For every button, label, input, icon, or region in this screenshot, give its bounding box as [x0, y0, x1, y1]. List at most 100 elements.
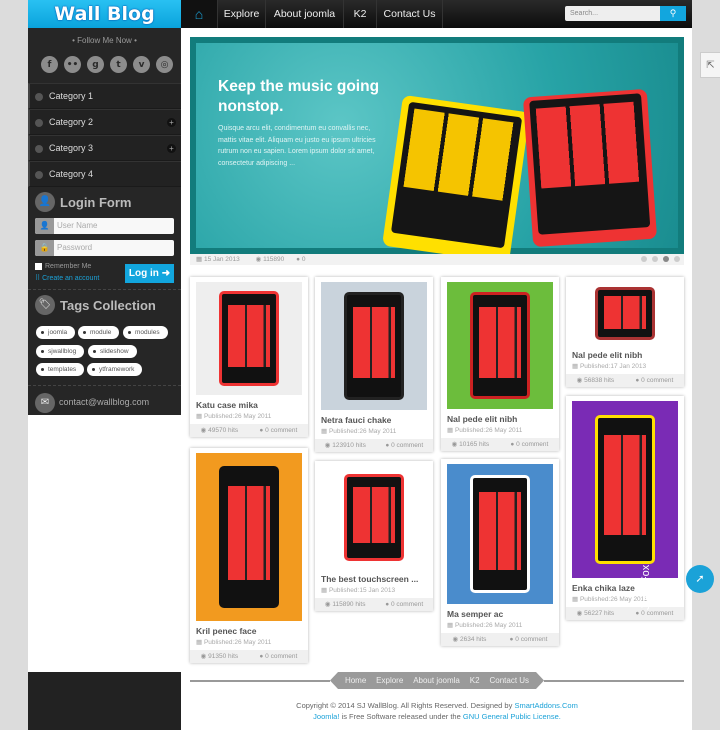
calendar-icon: ▦ — [447, 427, 454, 434]
article-image[interactable] — [572, 282, 678, 345]
nav-k2[interactable]: K2 — [344, 0, 377, 28]
tag-joomla[interactable]: joomla — [36, 326, 76, 339]
comments[interactable]: ● 0 comment — [635, 374, 673, 387]
article-card[interactable]: Netra fauci chake ▦ Published:26 May 201… — [315, 277, 433, 452]
username-placeholder: User Name — [57, 221, 98, 230]
login-button-label: Log in — [128, 268, 159, 279]
search-input[interactable]: Search... — [565, 6, 660, 21]
social-icons: f •• g t v ◎ — [41, 56, 173, 73]
facebook-icon[interactable]: f — [41, 56, 58, 73]
article-card[interactable]: Nal pede elit nibh ▦ Published:26 May 20… — [441, 277, 559, 451]
article-card[interactable]: Nal pede elit nibh ▦ Published:17 Jan 20… — [566, 277, 684, 387]
flickr-icon[interactable]: •• — [64, 56, 81, 73]
phone-image — [470, 292, 530, 399]
pager-dot-2[interactable] — [652, 256, 658, 262]
tag-module[interactable]: module — [78, 326, 120, 339]
category-2[interactable]: Category 2 + — [28, 109, 181, 135]
gpl-link[interactable]: GNU General Public License. — [463, 712, 561, 721]
article-image[interactable] — [572, 401, 678, 578]
published-date: Published:26 May 2011 — [454, 622, 523, 629]
password-input[interactable]: 🔒 Password — [35, 240, 174, 256]
remember-checkbox[interactable] — [35, 263, 42, 270]
comments[interactable]: ● 0 comment — [259, 650, 297, 663]
login-button[interactable]: Log in ➜ — [125, 264, 174, 283]
nav-about-joomla[interactable]: About joomla — [266, 0, 344, 28]
article-image[interactable] — [321, 282, 427, 410]
article-image[interactable] — [196, 453, 302, 621]
calendar-icon: ▦ — [572, 363, 579, 370]
pager-dot-3[interactable] — [663, 256, 669, 262]
google-icon[interactable]: g — [87, 56, 104, 73]
expand-icon[interactable]: + — [167, 118, 176, 127]
joomla-link[interactable]: Joomla! — [313, 712, 339, 721]
article-title[interactable]: Katu case mika — [196, 400, 302, 410]
article-title[interactable]: The best touchscreen ... — [321, 574, 427, 584]
article-title[interactable]: Kril penec face — [196, 626, 302, 636]
published-date: Published:26 May 2011 — [203, 639, 272, 646]
tag-templates[interactable]: templates — [36, 363, 85, 376]
comments[interactable]: ● 0 comment — [510, 633, 548, 646]
vimeo-icon[interactable]: v — [133, 56, 150, 73]
footer-nav-about-joomla[interactable]: About joomla — [413, 672, 460, 689]
category-3[interactable]: Category 3 + — [28, 135, 181, 161]
home-icon[interactable]: ⌂ — [181, 0, 218, 28]
side-tab-icon[interactable]: ⇱ — [700, 52, 720, 78]
hits-count: 56838 hits — [584, 377, 615, 384]
dribbble-icon[interactable]: ◎ — [156, 56, 173, 73]
pager-dot-1[interactable] — [641, 256, 647, 262]
comments[interactable]: ● 0 comment — [385, 439, 423, 452]
comments[interactable]: ● 0 comment — [385, 598, 423, 611]
calendar-icon: ▦ — [321, 428, 328, 435]
comment-icon: ● — [635, 377, 640, 384]
tag-ytframework[interactable]: ytframework — [87, 363, 143, 376]
comment-count: 0 comment — [516, 441, 549, 448]
footer-nav-contact-us[interactable]: Contact Us — [489, 672, 529, 689]
article-title[interactable]: Enka chika laze — [572, 583, 678, 593]
footer-nav-home[interactable]: Home — [345, 672, 366, 689]
comments[interactable]: ● 0 comment — [259, 424, 297, 437]
article-image[interactable] — [447, 282, 553, 409]
tag-modules[interactable]: modules — [123, 326, 168, 339]
eye-icon: ◉ — [324, 601, 331, 608]
article-title[interactable]: Nal pede elit nibh — [447, 414, 553, 424]
article-image[interactable] — [447, 464, 553, 604]
article-published: ▦ Published:26 May 2011 — [447, 426, 553, 434]
tag-sjwallblog[interactable]: sjwallblog — [36, 345, 85, 358]
expand-icon[interactable]: + — [167, 144, 176, 153]
pager-dot-4[interactable] — [674, 256, 680, 262]
footer-nav-k2[interactable]: K2 — [470, 672, 480, 689]
smartaddons-link[interactable]: SmartAddons.Com — [514, 701, 577, 710]
article-card[interactable]: Ma semper ac ▦ Published:26 May 2011 ◉ 2… — [441, 459, 559, 646]
user-icon: 👤 — [35, 218, 54, 234]
article-title[interactable]: Netra fauci chake — [321, 415, 427, 425]
category-4[interactable]: Category 4 — [28, 161, 181, 187]
phone-red-image — [522, 88, 658, 248]
username-input[interactable]: 👤 User Name — [35, 218, 174, 234]
slide-date: 15 Jan 2013 — [203, 256, 240, 263]
search-button[interactable]: ⚲ — [660, 6, 686, 21]
category-1[interactable]: Category 1 — [28, 83, 181, 109]
article-published: ▦ Published:26 May 2011 — [196, 412, 302, 420]
slide-title[interactable]: Keep the music going nonstop. — [218, 77, 398, 117]
article-card[interactable]: The best touchscreen ... ▦ Published:15 … — [315, 461, 433, 611]
footer-nav-explore[interactable]: Explore — [376, 672, 403, 689]
article-card[interactable]: Kril penec face ▦ Published:26 May 2011 … — [190, 448, 308, 663]
create-account-link[interactable]: ⠿ Create an account — [35, 274, 99, 282]
article-title[interactable]: Nal pede elit nibh — [572, 350, 678, 360]
featured-slide[interactable]: Keep the music going nonstop. Quisque ar… — [190, 37, 684, 264]
comments[interactable]: ● 0 comment — [510, 438, 548, 451]
article-image[interactable] — [321, 466, 427, 569]
nav-contact-us[interactable]: Contact Us — [377, 0, 443, 28]
article-title[interactable]: Ma semper ac — [447, 609, 553, 619]
hits: ◉ 56838 hits — [577, 374, 614, 387]
article-image[interactable] — [196, 282, 302, 395]
tag-list: joomla module modules sjwallblog slidesh… — [28, 326, 181, 376]
contact-email[interactable]: contact@wallblog.com — [59, 397, 149, 407]
article-card[interactable]: Enka chika laze ▦ Published:26 May 2011 … — [566, 396, 684, 620]
nav-explore[interactable]: Explore — [218, 0, 266, 28]
twitter-icon[interactable]: t — [110, 56, 127, 73]
article-card[interactable]: Katu case mika ▦ Published:26 May 2011 ◉… — [190, 277, 308, 437]
password-placeholder: Password — [57, 243, 93, 252]
tag-slideshow[interactable]: slideshow — [88, 345, 137, 358]
logo[interactable]: Wall Blog — [28, 0, 181, 28]
